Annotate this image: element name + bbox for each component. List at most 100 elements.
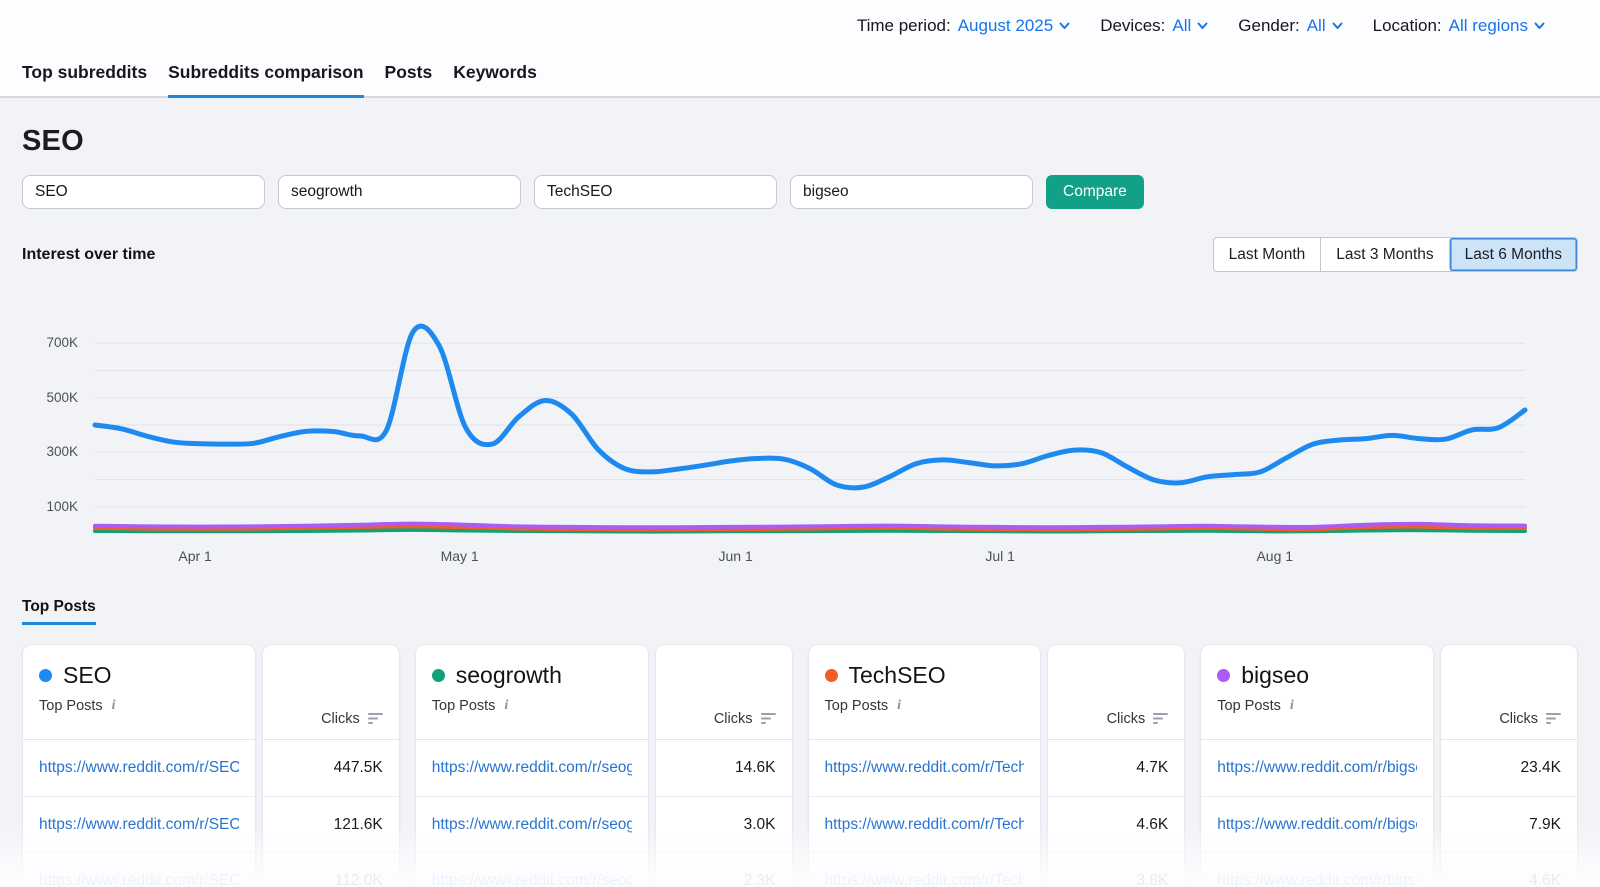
post-url-link[interactable]: https://www.reddit.com/r/bigseo	[1217, 759, 1417, 777]
top-posts-column-label: Top Posts	[1217, 698, 1281, 714]
location-dropdown[interactable]: All regions	[1449, 16, 1545, 36]
clicks-panel-header: Clicks	[1048, 645, 1184, 740]
table-row: 14.6K	[656, 740, 792, 796]
posts-panel: seogrowth Top Posts i https://www.reddit…	[415, 644, 649, 887]
y-axis-label: 100K	[18, 499, 78, 515]
filter-value: All regions	[1449, 16, 1528, 36]
info-icon[interactable]: i	[112, 698, 116, 714]
clicks-value: 112.0K	[335, 872, 383, 887]
post-url-link[interactable]: https://www.reddit.com/r/bigseo	[1217, 872, 1417, 887]
clicks-value: 7.9K	[1529, 816, 1561, 834]
filter-value: August 2025	[958, 16, 1053, 36]
clicks-value: 121.6K	[334, 816, 383, 834]
y-axis-label: 700K	[18, 335, 78, 351]
post-url-link[interactable]: https://www.reddit.com/r/seogrowth	[432, 872, 632, 887]
clicks-panel-header: Clicks	[1441, 645, 1577, 740]
table-row: 4.6K	[1441, 852, 1577, 887]
post-url-link[interactable]: https://www.reddit.com/r/SEO	[39, 872, 239, 887]
post-url-link[interactable]: https://www.reddit.com/r/bigseo	[1217, 816, 1417, 834]
range-last-3-months[interactable]: Last 3 Months	[1320, 238, 1448, 271]
interest-over-time-header: Interest over time Last Month Last 3 Mon…	[22, 237, 1578, 272]
main-content: SEO Compare Interest over time Last Mont…	[0, 125, 1600, 887]
table-row: https://www.reddit.com/r/seogrowth	[416, 796, 648, 852]
chevron-down-icon	[1534, 22, 1545, 30]
y-axis-label: 300K	[18, 444, 78, 460]
table-row: https://www.reddit.com/r/bigseo	[1201, 740, 1433, 796]
clicks-value: 4.6K	[1529, 872, 1561, 887]
posts-panel: bigseo Top Posts i https://www.reddit.co…	[1200, 644, 1434, 887]
post-url-link[interactable]: https://www.reddit.com/r/seogrowth	[432, 816, 632, 834]
devices-dropdown[interactable]: All	[1172, 16, 1208, 36]
subreddit-name: bigseo	[1241, 662, 1309, 689]
posts-panel-header: seogrowth Top Posts i	[416, 645, 648, 740]
clicks-column-label: Clicks	[1107, 711, 1146, 727]
seogrowth-color-dot	[432, 669, 445, 682]
interest-chart: 700K500K300K100KApr 1May 1Jun 1Jul 1Aug …	[95, 316, 1525, 534]
clicks-column-label: Clicks	[321, 711, 360, 727]
post-url-link[interactable]: https://www.reddit.com/r/TechSEO	[825, 759, 1025, 777]
subreddit-input-4[interactable]	[790, 175, 1033, 209]
table-row: https://www.reddit.com/r/TechSEO	[809, 740, 1041, 796]
compare-button[interactable]: Compare	[1046, 175, 1144, 209]
filter-value: All	[1307, 16, 1326, 36]
table-row: https://www.reddit.com/r/SEO	[23, 852, 255, 887]
series-line-seo	[95, 326, 1525, 488]
subreddit-input-2[interactable]	[278, 175, 521, 209]
post-url-link[interactable]: https://www.reddit.com/r/TechSEO	[825, 816, 1025, 834]
tab-posts[interactable]: Posts	[385, 52, 433, 98]
table-row: 3.8K	[1048, 852, 1184, 887]
clicks-panel-header: Clicks	[263, 645, 399, 740]
clicks-panel: Clicks 23.4K 7.9K 4.6K	[1440, 644, 1578, 887]
range-last-6-months[interactable]: Last 6 Months	[1449, 238, 1577, 271]
subreddit-input-3[interactable]	[534, 175, 777, 209]
post-url-link[interactable]: https://www.reddit.com/r/seogrowth	[432, 759, 632, 777]
subreddit-name: seogrowth	[456, 662, 562, 689]
page-title: SEO	[22, 125, 1578, 158]
sort-descending-icon[interactable]	[368, 712, 385, 725]
clicks-column-label: Clicks	[1499, 711, 1538, 727]
series-line-bigseo	[95, 524, 1525, 528]
subreddit-input-1[interactable]	[22, 175, 265, 209]
tab-top-subreddits[interactable]: Top subreddits	[22, 52, 147, 98]
range-last-month[interactable]: Last Month	[1214, 238, 1321, 271]
info-icon[interactable]: i	[504, 698, 508, 714]
y-axis-label: 500K	[18, 390, 78, 406]
filter-item: Devices: All	[1100, 16, 1208, 36]
sort-descending-icon[interactable]	[761, 712, 778, 725]
post-url-link[interactable]: https://www.reddit.com/r/SEO	[39, 816, 239, 834]
posts-panel-header: SEO Top Posts i	[23, 645, 255, 740]
filter-label: Gender:	[1238, 16, 1299, 36]
sort-descending-icon[interactable]	[1153, 712, 1170, 725]
table-row: 3.0K	[656, 796, 792, 852]
clicks-value: 3.8K	[1136, 872, 1168, 887]
info-icon[interactable]: i	[1290, 698, 1294, 714]
compare-row: Compare	[22, 175, 1578, 209]
bigseo-color-dot	[1217, 669, 1230, 682]
table-row: 2.3K	[656, 852, 792, 887]
posts-column-bigseo: bigseo Top Posts i https://www.reddit.co…	[1200, 644, 1578, 887]
table-row: 112.0K	[263, 852, 399, 887]
x-axis-label: Jun 1	[719, 548, 753, 564]
interest-over-time-title: Interest over time	[22, 246, 155, 264]
info-icon[interactable]: i	[897, 698, 901, 714]
filter-item: Gender: All	[1238, 16, 1342, 36]
table-row: 4.6K	[1048, 796, 1184, 852]
table-row: 447.5K	[263, 740, 399, 796]
gender-dropdown[interactable]: All	[1307, 16, 1343, 36]
post-url-link[interactable]: https://www.reddit.com/r/SEO	[39, 759, 239, 777]
tab-bar: Top subreddits Subreddits comparison Pos…	[0, 52, 1600, 98]
posts-panel-header: TechSEO Top Posts i	[809, 645, 1041, 740]
top-posts-column-label: Top Posts	[825, 698, 889, 714]
sort-descending-icon[interactable]	[1546, 712, 1563, 725]
tab-subreddits-comparison[interactable]: Subreddits comparison	[168, 52, 363, 98]
table-row: https://www.reddit.com/r/SEO	[23, 796, 255, 852]
post-url-link[interactable]: https://www.reddit.com/r/TechSEO	[825, 872, 1025, 887]
time-period-dropdown[interactable]: August 2025	[958, 16, 1070, 36]
clicks-value: 14.6K	[735, 759, 776, 777]
clicks-value: 23.4K	[1520, 759, 1561, 777]
table-row: https://www.reddit.com/r/seogrowth	[416, 852, 648, 887]
subreddit-name: TechSEO	[849, 662, 946, 689]
tab-keywords[interactable]: Keywords	[453, 52, 537, 98]
table-row: 4.7K	[1048, 740, 1184, 796]
top-posts-section: Top Posts SEO Top Posts i https://www.re…	[22, 598, 1578, 887]
